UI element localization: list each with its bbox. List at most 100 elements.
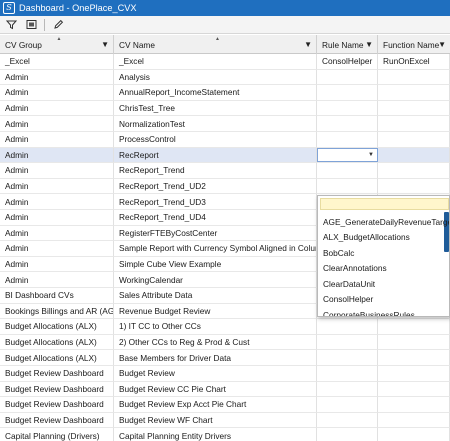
rule-name-dropdown[interactable]: AGE_GenerateDailyRevenueTargets ALX_Budge… xyxy=(317,195,450,317)
cell-cv-name[interactable]: ChrisTest_Tree xyxy=(114,100,317,117)
table-row[interactable]: Admin Analysis xyxy=(0,69,450,86)
cell-cv-name[interactable]: Budget Review Exp Acct Pie Chart xyxy=(114,397,317,413)
cell-cv-name[interactable]: RecReport_Trend_UD3 xyxy=(114,194,317,210)
cell-rule-name[interactable]: ConsolHelper xyxy=(317,54,378,70)
cell-cv-group[interactable]: Admin xyxy=(0,132,114,148)
cell-function-name[interactable] xyxy=(378,366,450,382)
rule-name-combobox[interactable]: ▼ xyxy=(317,147,378,162)
cell-cv-name[interactable]: ProcessControl xyxy=(114,132,317,148)
cell-function-name[interactable] xyxy=(378,85,450,101)
cell-cv-group[interactable]: Admin xyxy=(0,69,114,86)
cell-cv-name[interactable]: WorkingCalendar xyxy=(114,272,317,288)
cell-rule-name[interactable] xyxy=(317,350,378,366)
filter-icon[interactable] xyxy=(4,18,18,32)
cell-cv-group[interactable]: Admin xyxy=(0,85,114,101)
cell-cv-group[interactable]: Admin xyxy=(0,116,114,132)
dropdown-option[interactable]: AGE_GenerateDailyRevenueTargets xyxy=(318,214,449,229)
cell-cv-name[interactable]: AnnualReport_IncomeStatement xyxy=(114,85,317,101)
dropdown-option[interactable]: ClearAnnotations xyxy=(318,261,446,276)
cell-rule-name[interactable] xyxy=(317,334,378,351)
dropdown-option[interactable]: ALX_BudgetAllocations xyxy=(318,230,446,245)
dropdown-option[interactable]: CorporateBusinessRules xyxy=(318,307,446,317)
cell-cv-group[interactable]: Admin xyxy=(0,178,114,195)
cell-cv-group[interactable]: Admin xyxy=(0,241,114,257)
cell-rule-name[interactable] xyxy=(317,366,378,382)
cell-cv-name[interactable]: Budget Review WF Chart xyxy=(114,412,317,429)
table-row[interactable]: Budget Allocations (ALX) Base Members for… xyxy=(0,350,450,366)
cell-function-name[interactable] xyxy=(378,132,450,148)
column-filter-icon[interactable]: ▼ xyxy=(438,40,446,49)
cell-cv-group[interactable]: Admin xyxy=(0,147,114,164)
table-row[interactable]: Admin ChrisTest_Tree xyxy=(0,100,450,117)
table-row[interactable]: Capital Planning (Drivers) Capital Planni… xyxy=(0,428,450,441)
dropdown-option[interactable]: ConsolHelper xyxy=(318,292,446,307)
cell-rule-name[interactable] xyxy=(317,69,378,86)
cell-cv-group[interactable]: Budget Allocations (ALX) xyxy=(0,334,114,351)
table-row[interactable]: Budget Review Dashboard Budget Review CC … xyxy=(0,381,450,398)
cell-function-name[interactable] xyxy=(378,116,450,132)
column-header-rule-name[interactable]: Rule Name ▼ xyxy=(317,35,378,54)
cell-function-name[interactable] xyxy=(378,381,450,398)
cell-cv-name[interactable]: 2) Other CCs to Reg & Prod & Cust xyxy=(114,334,317,351)
cell-cv-group[interactable]: Budget Review Dashboard xyxy=(0,397,114,413)
cell-function-name[interactable] xyxy=(378,319,450,335)
cell-function-name[interactable] xyxy=(378,334,450,351)
table-row[interactable]: Admin AnnualReport_IncomeStatement xyxy=(0,85,450,101)
dropdown-search-field[interactable] xyxy=(320,198,449,210)
cell-function-name[interactable] xyxy=(378,69,450,86)
cell-cv-name[interactable]: _Excel xyxy=(114,54,317,70)
cell-cv-group[interactable]: Admin xyxy=(0,272,114,288)
table-row[interactable]: Budget Review Dashboard Budget Review xyxy=(0,366,450,382)
cell-cv-name[interactable]: RecReport_Trend xyxy=(114,163,317,179)
cell-cv-name[interactable]: Simple Cube View Example xyxy=(114,256,317,273)
table-row[interactable]: _Excel _Excel ConsolHelper RunOnExcel xyxy=(0,54,450,70)
cell-function-name[interactable] xyxy=(378,178,450,195)
dropdown-option[interactable]: ClearDataUnit xyxy=(318,276,446,291)
chevron-down-icon[interactable]: ▼ xyxy=(368,152,374,158)
cell-rule-name[interactable] xyxy=(317,116,378,132)
column-header-cv-group[interactable]: ▲ CV Group ▼ xyxy=(0,35,114,54)
cell-cv-name[interactable]: Base Members for Driver Data xyxy=(114,350,317,366)
cell-rule-name[interactable] xyxy=(317,100,378,117)
cell-cv-name[interactable]: Budget Review xyxy=(114,366,317,382)
column-header-function-name[interactable]: Function Name ▼ xyxy=(378,35,450,54)
table-row[interactable]: Budget Allocations (ALX) 2) Other CCs to … xyxy=(0,334,450,351)
column-header-cv-name[interactable]: ▲ CV Name ▼ xyxy=(114,35,317,54)
cell-cv-group[interactable]: Admin xyxy=(0,210,114,226)
cell-function-name[interactable] xyxy=(378,147,450,164)
cell-rule-name[interactable] xyxy=(317,381,378,398)
cell-rule-name[interactable] xyxy=(317,397,378,413)
column-filter-icon[interactable]: ▼ xyxy=(365,40,373,49)
cell-function-name[interactable] xyxy=(378,397,450,413)
cell-cv-group[interactable]: Capital Planning (Drivers) xyxy=(0,428,114,441)
cell-cv-name[interactable]: 1) IT CC to Other CCs xyxy=(114,319,317,335)
table-row[interactable]: Budget Allocations (ALX) 1) IT CC to Othe… xyxy=(0,319,450,335)
cell-function-name[interactable] xyxy=(378,100,450,117)
cell-cv-group[interactable]: Admin xyxy=(0,194,114,210)
cell-cv-group[interactable]: Budget Review Dashboard xyxy=(0,381,114,398)
cell-cv-group[interactable]: _Excel xyxy=(0,54,114,70)
cell-function-name[interactable] xyxy=(378,428,450,441)
cell-cv-group[interactable]: Bookings Billings and AR (AGE) xyxy=(0,303,114,320)
cell-function-name[interactable] xyxy=(378,163,450,179)
cell-cv-group[interactable]: Budget Allocations (ALX) xyxy=(0,319,114,335)
cell-cv-name[interactable]: Revenue Budget Review xyxy=(114,303,317,320)
cell-cv-group[interactable]: Admin xyxy=(0,163,114,179)
cell-cv-name[interactable]: Capital Planning Entity Drivers xyxy=(114,428,317,441)
cell-cv-group[interactable]: BI Dashboard CVs xyxy=(0,288,114,304)
cell-function-name[interactable] xyxy=(378,350,450,366)
cell-rule-name[interactable] xyxy=(317,178,378,195)
dropdown-option[interactable]: BobCalc xyxy=(318,245,446,260)
cell-function-name[interactable] xyxy=(378,412,450,429)
cell-cv-group[interactable]: Budget Review Dashboard xyxy=(0,366,114,382)
table-row[interactable]: Admin RecReport_Trend_UD2 xyxy=(0,178,450,195)
cell-cv-group[interactable]: Budget Review Dashboard xyxy=(0,412,114,429)
cell-cv-name[interactable]: Budget Review CC Pie Chart xyxy=(114,381,317,398)
edit-pencil-icon[interactable] xyxy=(51,18,65,32)
cell-cv-name[interactable]: Analysis xyxy=(114,69,317,86)
table-row[interactable]: Admin RecReport ▼ xyxy=(0,147,450,164)
cell-cv-name[interactable]: RecReport_Trend_UD2 xyxy=(114,178,317,195)
cell-rule-name[interactable] xyxy=(317,428,378,441)
table-row[interactable]: Admin RecReport_Trend xyxy=(0,163,450,179)
table-row[interactable]: Admin ProcessControl xyxy=(0,132,450,148)
